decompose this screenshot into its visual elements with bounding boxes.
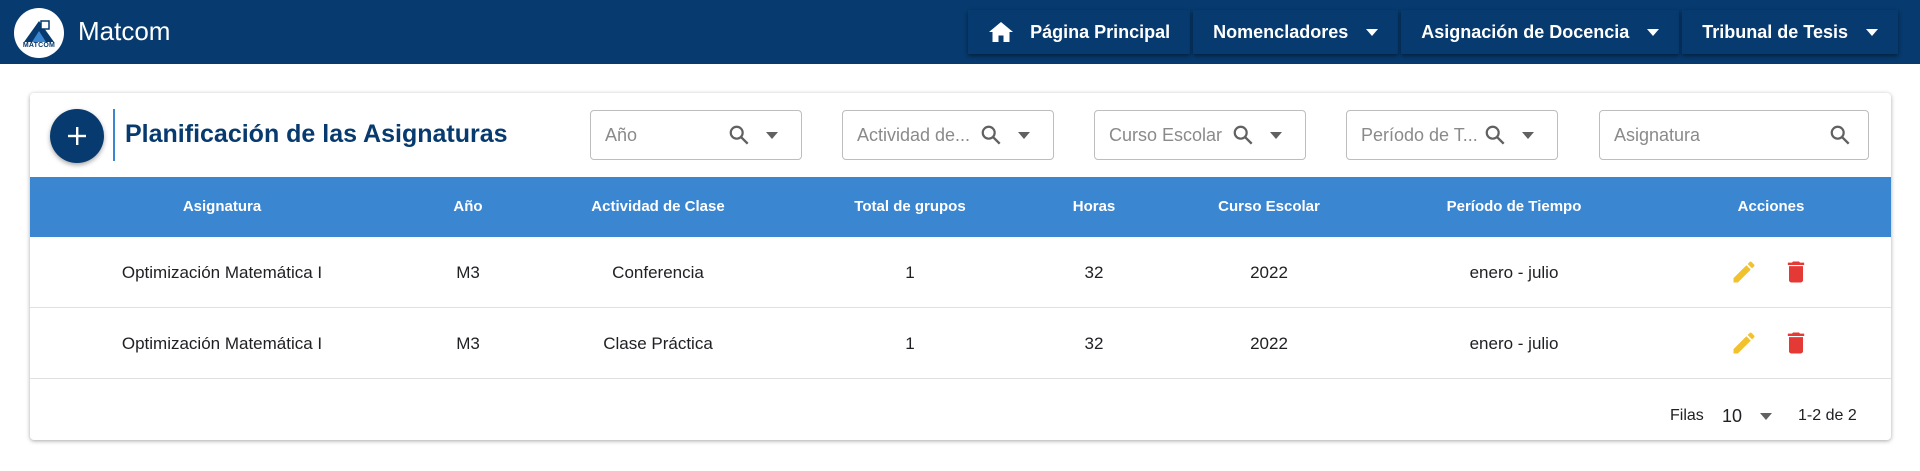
search-icon[interactable] xyxy=(1829,124,1851,146)
cell-periodo: enero - julio xyxy=(1469,334,1559,353)
dropdown-arrow-icon[interactable] xyxy=(1270,132,1282,139)
nav-asignacion-docencia[interactable]: Asignación de Docencia xyxy=(1401,10,1680,54)
add-button[interactable] xyxy=(50,109,104,163)
rows-per-page-select[interactable]: 10 xyxy=(1722,403,1778,429)
delete-icon[interactable] xyxy=(1782,329,1810,357)
caret-down-icon xyxy=(1366,28,1379,36)
filter-curso-escolar[interactable]: Curso Escolar xyxy=(1094,110,1306,160)
pagination-range: 1-2 de 2 xyxy=(1798,407,1857,424)
top-app-bar: MATCOM Matcom Página Principal Nomenclad… xyxy=(0,0,1920,64)
edit-icon[interactable] xyxy=(1730,258,1758,286)
column-header-grupos[interactable]: Total de grupos xyxy=(854,177,965,237)
logo-icon xyxy=(24,19,54,42)
cell-curso: 2022 xyxy=(1250,263,1288,282)
column-header-actividad[interactable]: Actividad de Clase xyxy=(591,177,724,237)
filter-asignatura-placeholder: Asignatura xyxy=(1614,124,1701,145)
app-title[interactable]: Matcom xyxy=(78,16,170,47)
planning-card: Planificación de las Asignaturas Año Act… xyxy=(30,93,1891,440)
column-header-asignatura[interactable]: Asignatura xyxy=(183,177,261,237)
rows-per-page-label: Filas xyxy=(1670,407,1704,424)
cell-periodo: enero - julio xyxy=(1469,263,1559,282)
cell-actividad: Clase Práctica xyxy=(603,334,713,353)
main-nav: Página Principal Nomencladores Asignació… xyxy=(965,10,1898,54)
column-header-horas[interactable]: Horas xyxy=(1073,177,1116,237)
caret-down-icon xyxy=(1647,28,1660,36)
nav-home[interactable]: Página Principal xyxy=(968,10,1191,54)
home-icon xyxy=(989,22,1014,42)
cell-grupos: 1 xyxy=(905,334,915,353)
column-header-periodo[interactable]: Período de Tiempo xyxy=(1447,177,1582,237)
page-title: Planificación de las Asignaturas xyxy=(125,120,508,148)
nav-asignacion-label: Asignación de Docencia xyxy=(1421,21,1630,42)
delete-icon[interactable] xyxy=(1782,258,1810,286)
dropdown-arrow-icon[interactable] xyxy=(1018,132,1030,139)
cell-grupos: 1 xyxy=(905,263,915,282)
column-header-curso[interactable]: Curso Escolar xyxy=(1218,177,1320,237)
cell-horas: 32 xyxy=(1084,263,1104,282)
filter-anio-placeholder: Año xyxy=(605,124,638,145)
dropdown-arrow-icon[interactable] xyxy=(1522,132,1534,139)
nav-nomencladores-label: Nomencladores xyxy=(1213,21,1349,42)
filter-periodo-placeholder: Período de T... xyxy=(1361,124,1478,145)
cell-actividad: Conferencia xyxy=(612,263,704,282)
cell-asignatura: Optimización Matemática I xyxy=(121,334,323,353)
cell-asignatura: Optimización Matemática I xyxy=(121,263,323,282)
filter-actividad-placeholder: Actividad de... xyxy=(857,124,969,145)
table-header: Asignatura Año Actividad de Clase Total … xyxy=(30,177,1891,237)
nav-tribunal-label: Tribunal de Tesis xyxy=(1702,21,1848,42)
table-pagination: Filas 10 1-2 de 2 xyxy=(30,399,1891,439)
dropdown-arrow-icon[interactable] xyxy=(766,132,778,139)
column-header-acciones: Acciones xyxy=(1737,198,1805,215)
edit-icon[interactable] xyxy=(1730,329,1758,357)
nav-nomencladores[interactable]: Nomencladores xyxy=(1193,10,1399,54)
table-row[interactable]: Optimización Matemática I M3 Conferencia… xyxy=(30,237,1891,308)
filter-asignatura[interactable]: Asignatura xyxy=(1599,110,1869,160)
column-header-anio[interactable]: Año xyxy=(453,177,482,237)
search-icon[interactable] xyxy=(1484,124,1506,146)
filter-curso-placeholder: Curso Escolar xyxy=(1109,124,1223,145)
cell-curso: 2022 xyxy=(1250,334,1288,353)
nav-tribunal-tesis[interactable]: Tribunal de Tesis xyxy=(1682,10,1898,54)
title-divider xyxy=(113,109,115,161)
plus-icon xyxy=(68,127,86,145)
matcom-logo[interactable]: MATCOM xyxy=(14,8,64,58)
dropdown-arrow-icon xyxy=(1760,412,1773,420)
table-row[interactable]: Optimización Matemática I M3 Clase Práct… xyxy=(30,308,1891,379)
rows-per-page-value: 10 xyxy=(1722,405,1743,426)
cell-horas: 32 xyxy=(1084,334,1104,353)
cell-anio: M3 xyxy=(456,334,480,353)
search-icon[interactable] xyxy=(728,124,750,146)
search-icon[interactable] xyxy=(980,124,1002,146)
filter-anio[interactable]: Año xyxy=(590,110,802,160)
caret-down-icon xyxy=(1866,28,1878,36)
logo-text: MATCOM xyxy=(22,41,56,49)
nav-home-label: Página Principal xyxy=(1030,21,1171,42)
filter-actividad[interactable]: Actividad de... xyxy=(842,110,1054,160)
search-icon[interactable] xyxy=(1232,124,1254,146)
filter-periodo[interactable]: Período de T... xyxy=(1346,110,1558,160)
cell-anio: M3 xyxy=(456,263,480,282)
